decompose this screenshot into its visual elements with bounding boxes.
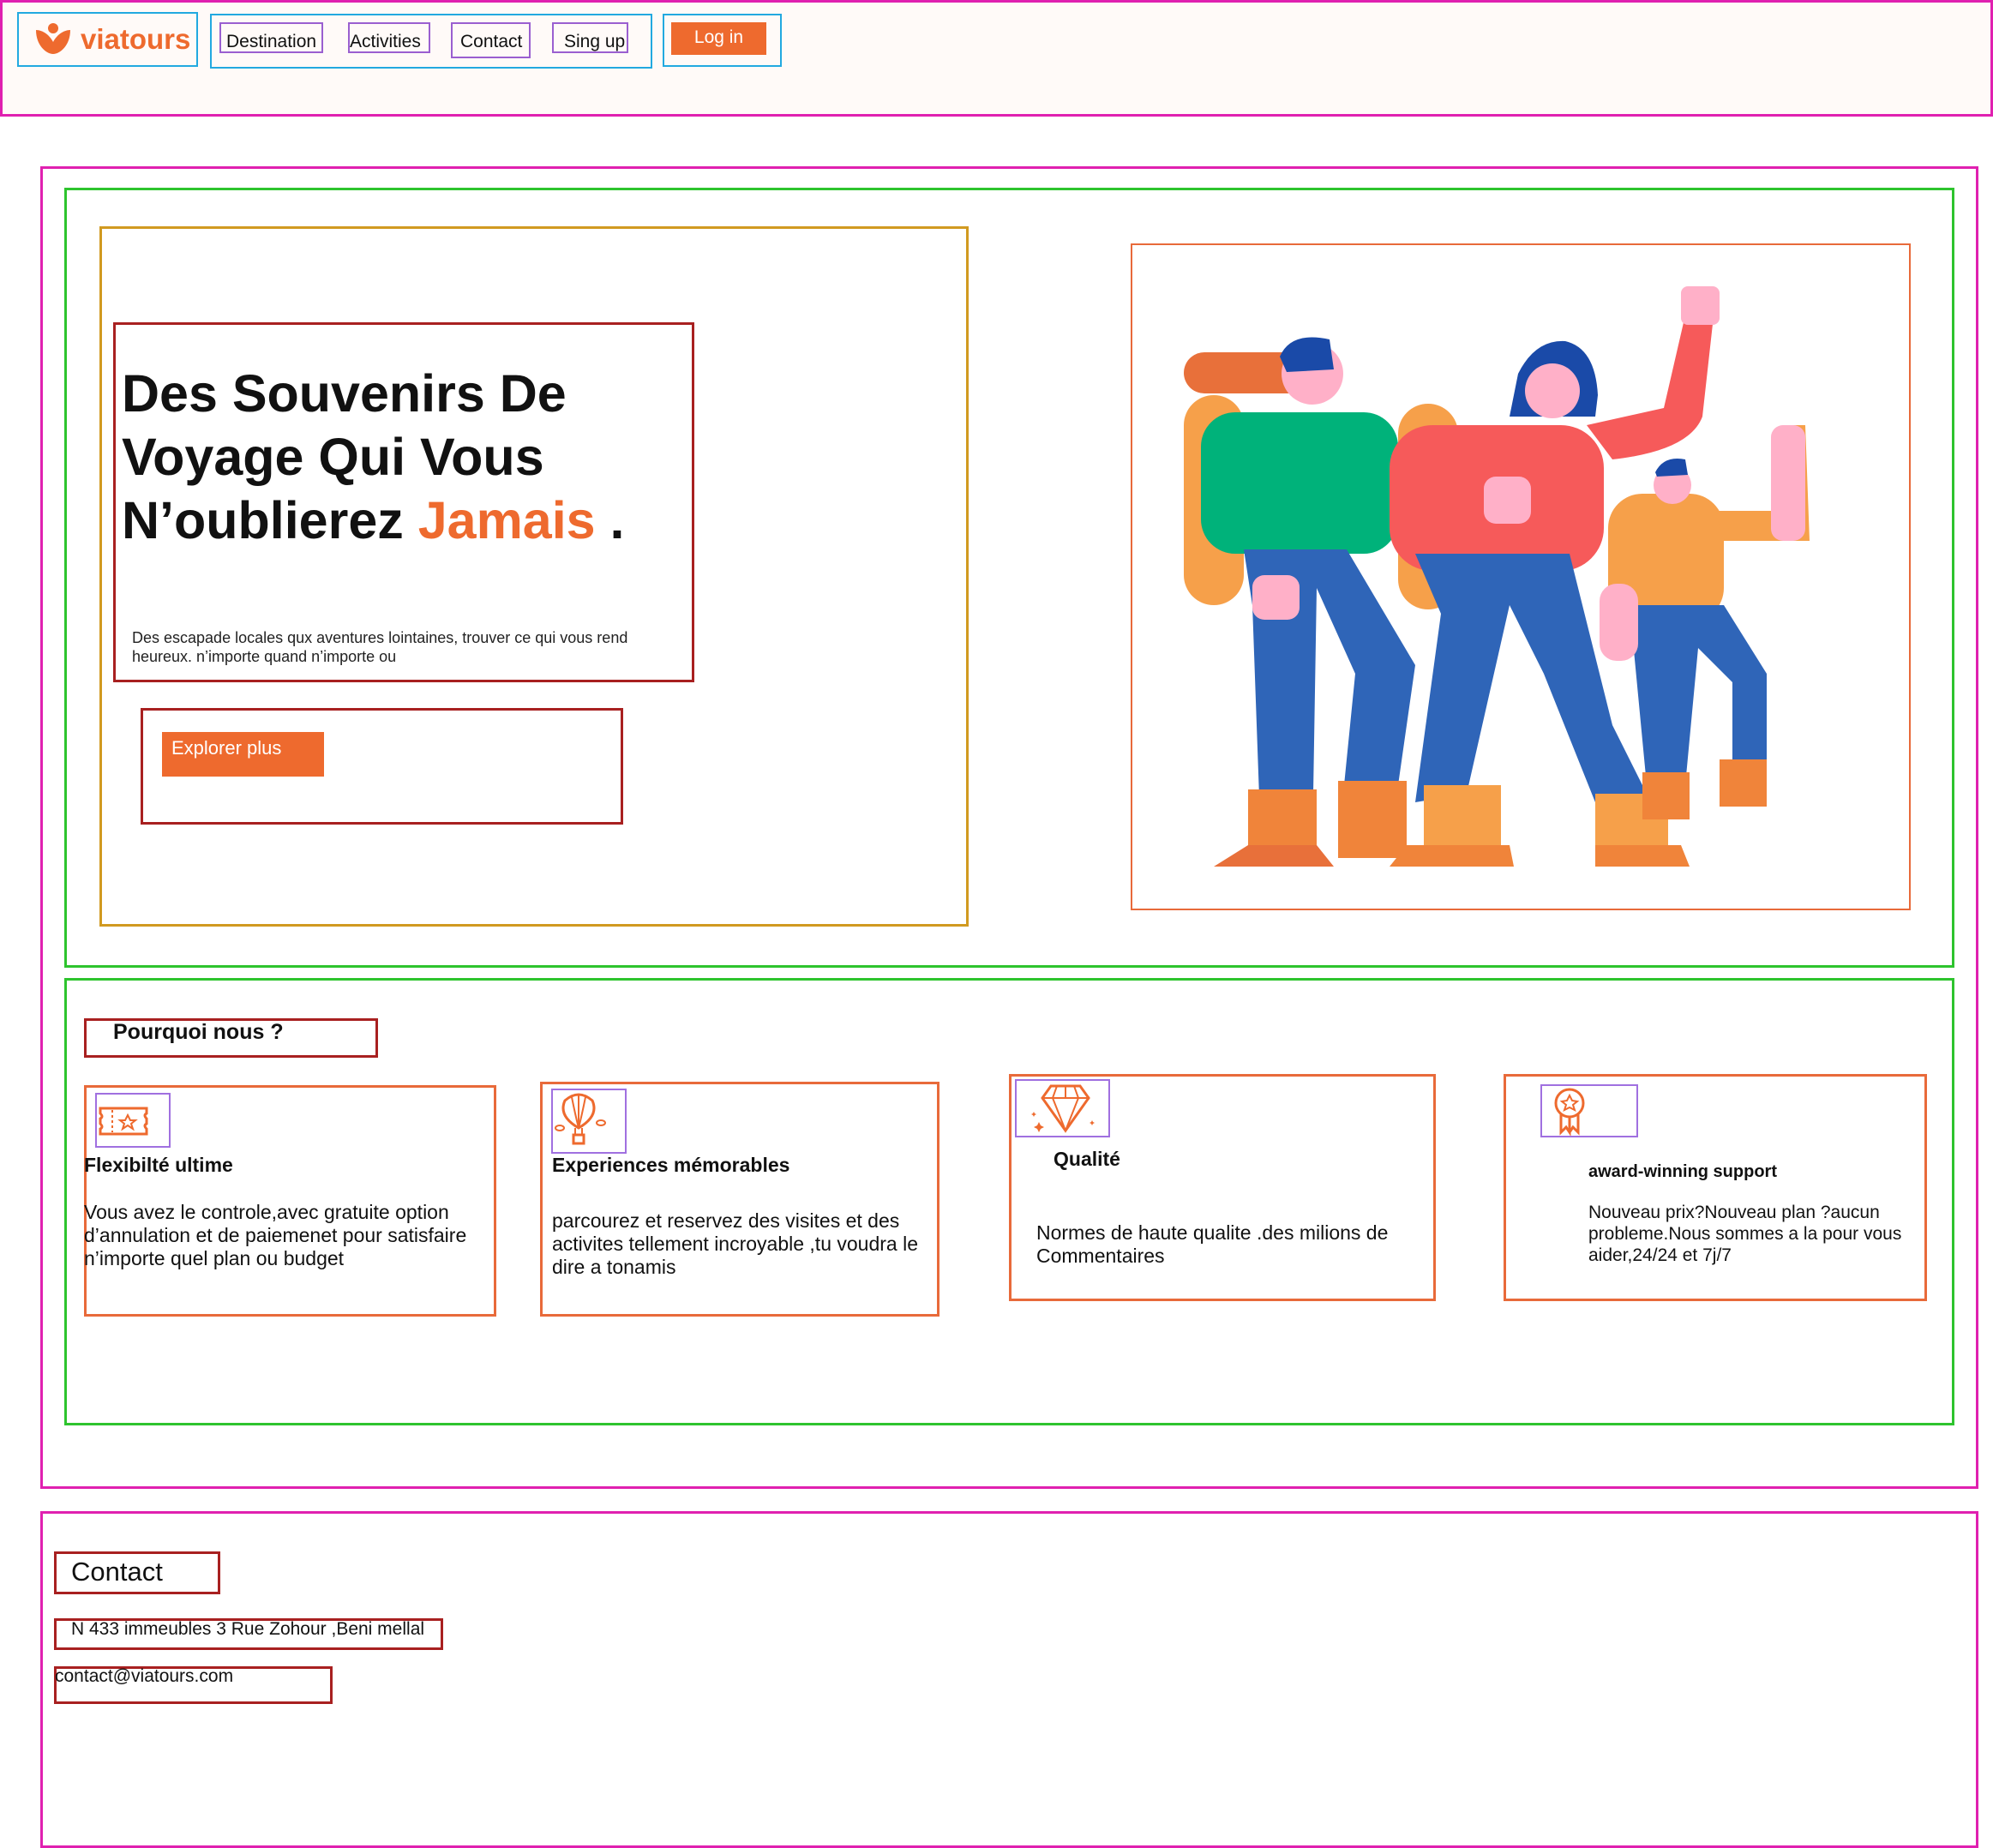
hero-title-end: . — [595, 491, 625, 549]
feature-title: Flexibilté ultime — [84, 1154, 233, 1176]
nav-activities[interactable]: Activities — [348, 22, 430, 53]
feature-text: parcourez et reservez des visites et des… — [552, 1209, 918, 1278]
hero-title-line2: Voyage Qui Vous — [122, 428, 544, 486]
travelers-illustration-icon — [1184, 286, 1810, 867]
brand-name: viatours — [81, 23, 191, 55]
why-heading: Pourquoi nous ? — [113, 1020, 284, 1044]
brand-logo[interactable]: viatours — [17, 12, 198, 67]
viatours-logo-icon — [36, 23, 70, 54]
contact-email[interactable]: contact@viatours.com — [55, 1666, 233, 1687]
nav-destination[interactable]: Destination — [219, 22, 323, 53]
contact-address: N 433 immeubles 3 Rue Zohour ,Beni mella… — [71, 1619, 425, 1639]
hero-subtitle: Des escapade locales qux aventures loint… — [132, 629, 628, 665]
feature-text: Nouveau prix?Nouveau plan ?aucun problem… — [1588, 1203, 1902, 1265]
feature-text: Vous avez le controle,avec gratuite opti… — [84, 1201, 467, 1269]
contact-heading: Contact — [71, 1557, 163, 1587]
ticket-icon — [95, 1093, 171, 1148]
explore-more-button[interactable]: Explorer plus — [162, 732, 324, 777]
hero-title: Des Souvenirs De Voyage Qui Vous N’oubli… — [122, 362, 687, 552]
feature-text: Normes de haute qualite .des milions de … — [1036, 1221, 1389, 1267]
hero-title-line3-text: N’oublierez — [122, 491, 418, 549]
hero-title-accent: Jamais — [417, 491, 596, 549]
hero-title-line1: Des Souvenirs De — [122, 364, 567, 423]
nav-contact[interactable]: Contact — [451, 22, 531, 58]
nav-signup[interactable]: Sing up — [552, 22, 628, 53]
diamond-icon — [1015, 1079, 1110, 1137]
feature-title: award-winning support — [1588, 1162, 1777, 1181]
award-ribbon-icon — [1540, 1084, 1638, 1137]
hot-air-balloon-icon — [551, 1089, 627, 1154]
login-button[interactable]: Log in — [671, 22, 766, 55]
hero-illustration — [1131, 243, 1911, 910]
feature-title: Experiences mémorables — [552, 1154, 790, 1176]
feature-title: Qualité — [1054, 1148, 1120, 1170]
hero-title-line3: N’oublierez Jamais . — [122, 489, 687, 552]
